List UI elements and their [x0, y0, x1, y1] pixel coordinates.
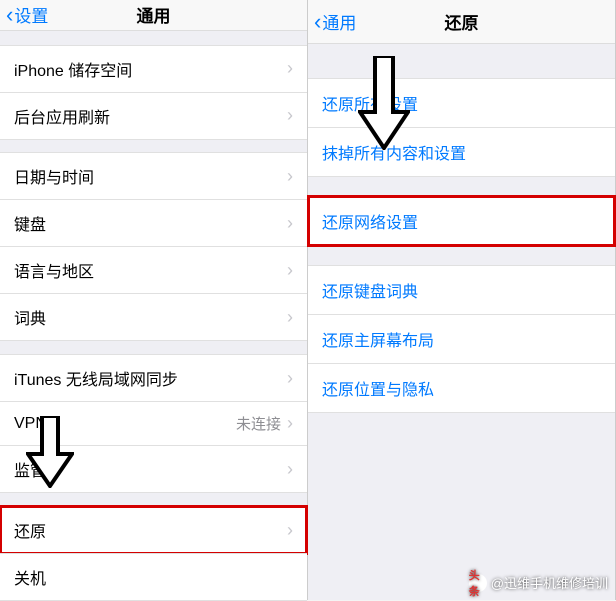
row-label: iPhone 储存空间 — [14, 57, 287, 81]
reset-panel: ‹ 通用 还原 还原所有设置 抹掉所有内容和设置 还原网络设置 还原键盘词典 还… — [308, 0, 616, 600]
annotation-arrow-icon — [358, 56, 410, 150]
row-label: 还原主屏幕布局 — [322, 327, 601, 351]
row-date-time[interactable]: 日期与时间 › — [0, 152, 307, 200]
row-reset-location-privacy[interactable]: 还原位置与隐私 — [308, 363, 615, 413]
watermark-text: @迅维手机维修培训 — [491, 573, 608, 592]
row-label: 还原位置与隐私 — [322, 376, 601, 400]
row-label: 关机 — [14, 565, 293, 589]
row-reset-keyboard-dict[interactable]: 还原键盘词典 — [308, 265, 615, 315]
chevron-right-icon: › — [287, 260, 293, 281]
chevron-right-icon: › — [287, 58, 293, 79]
row-dictionary[interactable]: 词典 › — [0, 293, 307, 341]
page-title: 还原 — [445, 9, 479, 34]
annotation-arrow-icon — [26, 416, 74, 488]
chevron-right-icon: › — [287, 368, 293, 389]
row-label: 还原键盘词典 — [322, 278, 601, 302]
row-label: 语言与地区 — [14, 258, 287, 282]
nav-bar: ‹ 设置 通用 — [0, 0, 307, 31]
back-label: 设置 — [14, 2, 48, 27]
row-reset[interactable]: 还原 › — [0, 506, 307, 554]
row-background-refresh[interactable]: 后台应用刷新 › — [0, 92, 307, 140]
back-label: 通用 — [322, 9, 356, 34]
general-settings-panel: ‹ 设置 通用 iPhone 储存空间 › 后台应用刷新 › 日期与时间 › 键… — [0, 0, 308, 600]
back-button[interactable]: ‹ 设置 — [6, 2, 48, 27]
back-button[interactable]: ‹ 通用 — [314, 9, 356, 34]
chevron-right-icon: › — [287, 520, 293, 541]
chevron-right-icon: › — [287, 213, 293, 234]
row-label: 还原网络设置 — [322, 209, 601, 233]
row-label: 键盘 — [14, 211, 287, 235]
row-lang-region[interactable]: 语言与地区 › — [0, 246, 307, 294]
chevron-right-icon: › — [287, 105, 293, 126]
row-value: 未连接 — [236, 413, 281, 434]
chevron-left-icon: ‹ — [6, 4, 13, 26]
row-reset-all-settings[interactable]: 还原所有设置 — [308, 78, 615, 128]
chevron-left-icon: ‹ — [314, 11, 321, 33]
row-shutdown[interactable]: 关机 — [0, 553, 307, 601]
chevron-right-icon: › — [287, 413, 293, 434]
chevron-right-icon: › — [287, 459, 293, 480]
row-erase-all-content[interactable]: 抹掉所有内容和设置 — [308, 127, 615, 177]
row-reset-network-settings[interactable]: 还原网络设置 — [308, 196, 615, 246]
row-reset-home-layout[interactable]: 还原主屏幕布局 — [308, 314, 615, 364]
row-label: iTunes 无线局域网同步 — [14, 366, 287, 390]
row-label: 日期与时间 — [14, 164, 287, 188]
row-itunes-wifi-sync[interactable]: iTunes 无线局域网同步 › — [0, 354, 307, 402]
nav-bar: ‹ 通用 还原 — [308, 0, 615, 44]
row-label: 还原 — [14, 518, 287, 542]
chevron-right-icon: › — [287, 166, 293, 187]
chevron-right-icon: › — [287, 307, 293, 328]
watermark-icon: 头条 — [469, 574, 487, 592]
row-label: 后台应用刷新 — [14, 104, 287, 128]
watermark: 头条 @迅维手机维修培训 — [469, 573, 608, 592]
page-title: 通用 — [137, 2, 171, 27]
row-keyboard[interactable]: 键盘 › — [0, 199, 307, 247]
row-iphone-storage[interactable]: iPhone 储存空间 › — [0, 45, 307, 93]
row-label: 词典 — [14, 305, 287, 329]
